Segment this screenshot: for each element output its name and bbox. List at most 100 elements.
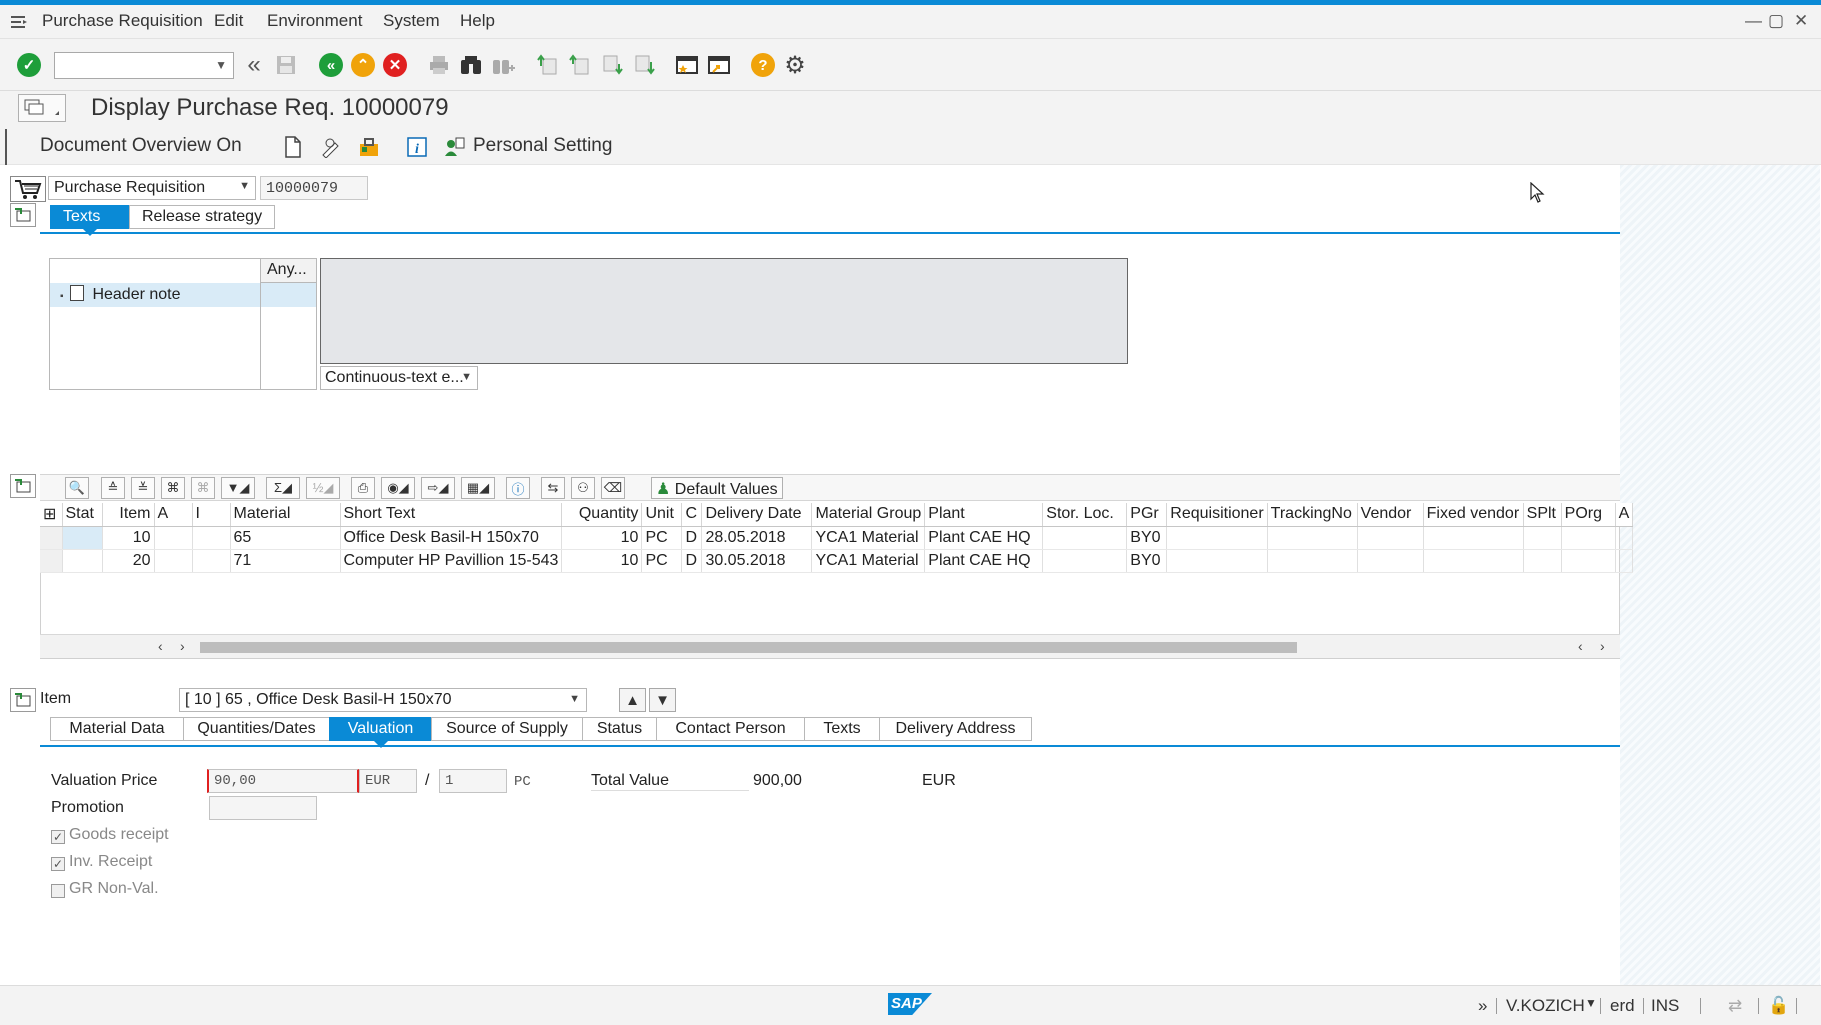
scroll-right-icon[interactable]: ›	[180, 638, 185, 654]
personal-setting-icon[interactable]	[442, 134, 468, 160]
views-icon[interactable]: ◉◢	[381, 477, 415, 499]
chevron-down-icon[interactable]: ▼	[239, 180, 250, 192]
valuation-price-field[interactable]: 90,00	[207, 769, 359, 793]
tab-quantities-dates[interactable]: Quantities/Dates	[183, 717, 330, 741]
user-name[interactable]: V.KOZICH	[1506, 996, 1585, 1016]
screen-menu-icon[interactable]	[18, 94, 66, 122]
cell-material-group[interactable]: YCA1 Material	[811, 526, 926, 550]
col-more[interactable]: A	[1615, 503, 1634, 527]
tab-valuation[interactable]: Valuation	[329, 717, 432, 748]
find-icon[interactable]	[458, 52, 484, 78]
col-a[interactable]: A	[154, 503, 193, 527]
sort-descending-icon[interactable]: ≚	[131, 477, 155, 499]
export-icon[interactable]: ⇨◢	[421, 477, 455, 499]
find-next-icon[interactable]	[490, 52, 516, 78]
cell-c[interactable]: D	[681, 526, 703, 550]
cell-short-text[interactable]: Computer HP Pavillion 15-543	[340, 549, 563, 573]
cell-tracking-no[interactable]	[1267, 526, 1358, 550]
col-delivery-date[interactable]: Delivery Date	[701, 503, 813, 527]
tab-contact-person[interactable]: Contact Person	[656, 717, 805, 741]
cell-delivery-date[interactable]: 30.05.2018	[701, 549, 813, 573]
cell-short-text[interactable]: Office Desk Basil-H 150x70	[340, 526, 563, 550]
chevron-down-icon[interactable]: ▼	[569, 693, 580, 705]
col-c[interactable]: C	[681, 503, 703, 527]
cell-unit[interactable]: PC	[641, 549, 683, 573]
cell-a[interactable]	[154, 526, 193, 550]
filter-icon[interactable]: ▼◢	[221, 477, 255, 499]
cell-quantity[interactable]: 10	[561, 526, 643, 550]
chevron-down-icon[interactable]: ▼	[1585, 996, 1597, 1010]
goods-receipt-checkbox[interactable]: ✓	[51, 830, 65, 844]
layout-icon[interactable]: ▦◢	[461, 477, 495, 499]
col-short-text[interactable]: Short Text	[340, 503, 563, 527]
col-requisitioner[interactable]: Requisitioner	[1166, 503, 1268, 527]
total-icon[interactable]: Σ◢	[266, 477, 300, 499]
collapse-header-icon[interactable]	[10, 203, 36, 227]
back-green-icon[interactable]: «	[318, 52, 344, 78]
price-unit-field[interactable]: 1	[439, 769, 507, 793]
collapse-item-detail-icon[interactable]	[10, 688, 36, 712]
find-icon[interactable]: ⌘	[161, 477, 185, 499]
find-next-icon[interactable]: ⌘	[191, 477, 215, 499]
cell-vendor[interactable]	[1357, 526, 1424, 550]
prev-page-icon[interactable]	[567, 52, 593, 78]
table-row[interactable]: 10 65 Office Desk Basil-H 150x70 10 PC D…	[40, 526, 1634, 550]
enter-icon[interactable]: ✓	[16, 52, 42, 78]
tree-item-header-note[interactable]: ▪ Header note	[50, 283, 260, 307]
gr-non-val-checkbox[interactable]	[51, 884, 65, 898]
save-icon[interactable]	[273, 52, 299, 78]
sort-ascending-icon[interactable]: ≙	[101, 477, 125, 499]
col-quantity[interactable]: Quantity	[561, 503, 643, 527]
cell-vendor[interactable]	[1357, 549, 1424, 573]
back-icon[interactable]: «	[241, 51, 267, 78]
scrollbar-thumb[interactable]	[200, 642, 1297, 653]
users-icon[interactable]: ⚇	[571, 477, 595, 499]
first-page-icon[interactable]	[535, 52, 561, 78]
cell-material[interactable]: 65	[230, 526, 341, 550]
tab-material-data[interactable]: Material Data	[50, 717, 184, 741]
cell-tracking-no[interactable]	[1267, 549, 1358, 573]
tab-release-strategy[interactable]: Release strategy	[129, 205, 275, 229]
menu-help[interactable]: Help	[460, 11, 495, 31]
cell-stat[interactable]	[62, 549, 103, 573]
cell-unit[interactable]: PC	[641, 526, 683, 550]
col-splt[interactable]: SPlt	[1523, 503, 1562, 527]
col-stor-loc[interactable]: Stor. Loc.	[1042, 503, 1128, 527]
scroll-left-icon[interactable]: ‹	[158, 638, 163, 654]
tab-texts[interactable]: Texts	[50, 205, 130, 236]
cell-a[interactable]	[154, 549, 193, 573]
cell-splt[interactable]	[1523, 526, 1562, 550]
cell-material-group[interactable]: YCA1 Material	[811, 549, 926, 573]
cell-splt[interactable]	[1523, 549, 1562, 573]
tab-status[interactable]: Status	[582, 717, 657, 741]
minimize-button[interactable]: —	[1745, 11, 1762, 31]
cell-requisitioner[interactable]	[1166, 526, 1268, 550]
col-vendor[interactable]: Vendor	[1357, 503, 1424, 527]
tab-delivery-address[interactable]: Delivery Address	[879, 717, 1032, 741]
cell-requisitioner[interactable]	[1166, 549, 1268, 573]
tab-texts[interactable]: Texts	[804, 717, 880, 741]
cell-delivery-date[interactable]: 28.05.2018	[701, 526, 813, 550]
cell-porg[interactable]	[1561, 526, 1616, 550]
tree-column-header[interactable]: Any...	[260, 259, 316, 283]
default-values-button[interactable]: ♟ Default Values	[651, 477, 783, 499]
col-pgr[interactable]: PGr	[1126, 503, 1168, 527]
promotion-field[interactable]	[209, 796, 317, 820]
document-icon[interactable]	[280, 134, 306, 160]
copy-icon[interactable]: ⇆	[541, 477, 565, 499]
cell-item[interactable]: 10	[102, 526, 155, 550]
text-format-select[interactable]: Continuous-text e... ▼	[320, 366, 478, 390]
table-row[interactable]: 20 71 Computer HP Pavillion 15-543 10 PC…	[40, 549, 1634, 573]
horizontal-scrollbar[interactable]: ‹ › ‹ ›	[40, 634, 1620, 658]
text-editor[interactable]	[320, 258, 1128, 364]
cell-porg[interactable]	[1561, 549, 1616, 573]
item-select[interactable]: [ 10 ] 65 , Office Desk Basil-H 150x70 ▼	[179, 688, 587, 712]
cell-plant[interactable]: Plant CAE HQ	[924, 526, 1044, 550]
maximize-button[interactable]: ▢	[1768, 11, 1784, 31]
menu-environment[interactable]: Environment	[267, 11, 362, 31]
last-page-icon[interactable]	[631, 52, 657, 78]
details-icon[interactable]: 🔍	[65, 477, 89, 499]
col-tracking-no[interactable]: TrackingNo	[1267, 503, 1358, 527]
menu-system[interactable]: System	[383, 11, 440, 31]
chevron-down-icon[interactable]: ▼	[215, 58, 227, 72]
